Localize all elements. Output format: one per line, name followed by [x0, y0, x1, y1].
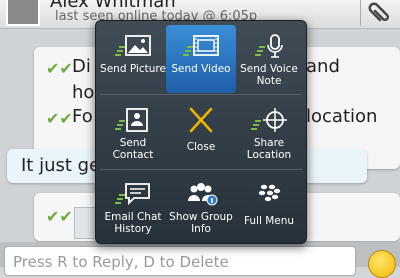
menu-divider — [100, 169, 302, 170]
composer-bar: Press R to Reply, D to Delete — [0, 242, 400, 278]
crosshair-icon — [251, 108, 287, 132]
video-icon — [183, 35, 219, 56]
menu-item-full-menu[interactable]: Full Menu — [234, 173, 304, 241]
menu-item-send-video[interactable]: Send Video — [166, 25, 236, 93]
menu-item-share-location[interactable]: Share Location — [234, 99, 304, 167]
menu-item-label: Close — [186, 141, 216, 153]
menu-item-send-picture[interactable]: Send Picture — [98, 25, 168, 93]
avatar[interactable] — [6, 0, 40, 26]
emoji-icon[interactable] — [368, 250, 396, 278]
paperclip-icon[interactable] — [360, 0, 392, 26]
read-check-icon: ✔✔ — [46, 109, 73, 128]
message-text: It just ge — [21, 155, 101, 176]
menu-item-label: Send Video — [171, 63, 231, 75]
menu-item-label: Send Voice Note — [240, 63, 298, 87]
picture-icon — [115, 35, 151, 56]
menu-divider — [100, 94, 302, 95]
reply-input[interactable]: Press R to Reply, D to Delete — [4, 246, 356, 276]
menu-item-send-voice-note[interactable]: Send Voice Note — [234, 25, 304, 93]
read-check-icon: ✔✔ — [46, 207, 73, 226]
message-text: Fo — [72, 106, 93, 127]
menu-item-label: Full Menu — [243, 215, 295, 227]
group-info-icon — [188, 183, 218, 206]
menu-item-label: Share Location — [246, 137, 292, 161]
microphone-icon — [255, 34, 283, 58]
message-text: ho — [72, 82, 95, 103]
menu-item-label: Send Contact — [112, 137, 154, 161]
close-icon — [189, 107, 213, 133]
menu-item-close[interactable]: Close — [166, 99, 236, 167]
read-check-icon: ✔✔ — [46, 59, 73, 78]
menu-item-label: Email Chat History — [104, 211, 162, 235]
contact-icon — [115, 108, 148, 132]
menu-item-send-contact[interactable]: Send Contact — [98, 99, 168, 167]
message-text: and — [306, 56, 340, 77]
message-text: Di — [72, 56, 91, 77]
attachment-menu: Send Picture Send Video Send Voice Note … — [95, 20, 307, 244]
menu-item-show-group-info[interactable]: Show Group Info — [166, 173, 236, 241]
blackberry-icon — [258, 184, 281, 202]
menu-item-label: Show Group Info — [169, 211, 233, 235]
menu-item-email-chat-history[interactable]: Email Chat History — [98, 173, 168, 241]
message-text: location — [306, 106, 378, 127]
chat-history-icon — [115, 183, 150, 206]
menu-item-label: Send Picture — [100, 63, 166, 75]
